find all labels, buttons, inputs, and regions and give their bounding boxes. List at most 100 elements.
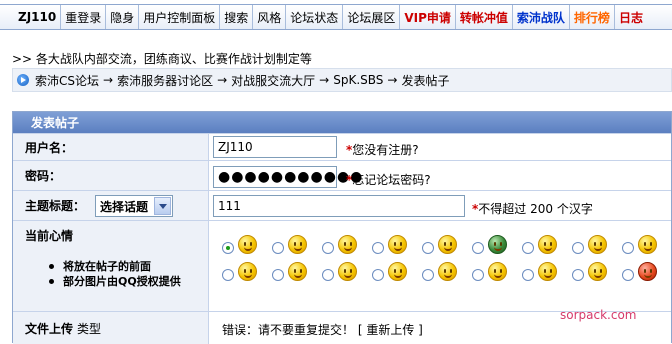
mood-radio[interactable] bbox=[322, 269, 334, 281]
password-label: 密码： bbox=[13, 161, 209, 190]
mood-label: 当前心情 bbox=[25, 229, 74, 243]
mood-radio[interactable] bbox=[622, 242, 634, 254]
mood-option[interactable] bbox=[472, 235, 512, 259]
nav-invisible[interactable]: 隐身 bbox=[106, 5, 140, 29]
mood-option[interactable] bbox=[572, 262, 612, 286]
love-face-icon bbox=[388, 235, 407, 254]
nav-vip-apply[interactable]: VIP申请 bbox=[400, 5, 456, 29]
surprised-face-icon bbox=[538, 235, 557, 254]
mood-radio[interactable] bbox=[522, 242, 534, 254]
password-input[interactable]: ●●●●●●●●●●● bbox=[213, 166, 362, 188]
mood-option[interactable] bbox=[422, 235, 462, 259]
nav-leaderboard[interactable]: 排行榜 bbox=[570, 5, 615, 29]
mood-option[interactable] bbox=[522, 262, 562, 286]
form-header: 发表帖子 bbox=[13, 112, 671, 133]
mood-radio[interactable] bbox=[372, 269, 384, 281]
mood-radio[interactable] bbox=[422, 242, 434, 254]
arrow-bullet-icon bbox=[17, 74, 29, 86]
nav-search[interactable]: 搜索 bbox=[220, 5, 254, 29]
mood-option[interactable] bbox=[622, 235, 662, 259]
nav-relogin[interactable]: 重登录 bbox=[61, 5, 107, 29]
mood-radio[interactable] bbox=[222, 242, 234, 254]
mood-radio[interactable] bbox=[422, 269, 434, 281]
breadcrumb-separator: → bbox=[387, 73, 398, 87]
mood-tip: 将放在帖子的前面 bbox=[49, 259, 181, 274]
mood-radio[interactable] bbox=[622, 269, 634, 281]
mood-radio[interactable] bbox=[322, 242, 334, 254]
army-face-icon bbox=[488, 235, 507, 254]
nav-forum-status[interactable]: 论坛状态 bbox=[286, 5, 344, 29]
topic-select-value: 选择话题 bbox=[100, 199, 149, 214]
mood-option[interactable] bbox=[322, 235, 362, 259]
mood-row: 当前心情 将放在帖子的前面 部分图片由QQ授权提供 bbox=[13, 220, 671, 311]
top-navigation: ZJ110 重登录 隐身 用户控制面板 搜索 风格 论坛状态 论坛展区 VIP申… bbox=[0, 4, 672, 30]
topic-select[interactable]: 选择话题 bbox=[95, 195, 173, 217]
mood-option[interactable] bbox=[372, 262, 412, 286]
nav-log[interactable]: 日志 bbox=[615, 5, 647, 29]
mood-radio[interactable] bbox=[522, 269, 534, 281]
mood-option[interactable] bbox=[422, 262, 462, 286]
mood-option[interactable] bbox=[522, 235, 562, 259]
username-input[interactable]: ZJ110 bbox=[213, 136, 337, 158]
forum-notice: >> 各大战队内部交流，团练商议、比赛作战计划制定等 bbox=[12, 52, 312, 66]
mood-option[interactable] bbox=[622, 262, 662, 286]
mood-radio[interactable] bbox=[272, 242, 284, 254]
mood-radio[interactable] bbox=[372, 242, 384, 254]
nav-forum-showcase[interactable]: 论坛展区 bbox=[343, 5, 401, 29]
mood-radio[interactable] bbox=[272, 269, 284, 281]
shy-face-icon bbox=[288, 235, 307, 254]
password-row: 密码： ●●●●●●●●●●● * 忘记论坛密码? bbox=[13, 160, 671, 190]
upload-message: 错误：请不要重复提交！ [ 重新上传 ] bbox=[222, 321, 423, 338]
upload-type-label: 类型 bbox=[77, 321, 102, 336]
reupload-link[interactable]: [ 重新上传 ] bbox=[358, 323, 423, 337]
breadcrumb-forum[interactable]: 索沛CS论坛 bbox=[35, 72, 99, 89]
breadcrumb-lobby[interactable]: 对战服交流大厅 bbox=[231, 72, 315, 89]
breadcrumb-server-board[interactable]: 索沛服务器讨论区 bbox=[117, 72, 213, 89]
subject-label-text: 主题标题： bbox=[25, 199, 86, 213]
nav-username[interactable]: ZJ110 bbox=[0, 5, 62, 29]
mood-option[interactable] bbox=[372, 235, 412, 259]
nav-transfer-recharge[interactable]: 转帐冲值 bbox=[456, 5, 513, 29]
forgot-password-link[interactable]: 忘记论坛密码? bbox=[352, 171, 430, 188]
grin-face-icon bbox=[338, 235, 357, 254]
mood-radio[interactable] bbox=[572, 242, 584, 254]
nav-control-panel[interactable]: 用户控制面板 bbox=[139, 5, 221, 29]
subject-row: 主题标题： 选择话题 111 * 不得超过 200 个汉字 bbox=[13, 190, 671, 220]
nav-style[interactable]: 风格 bbox=[253, 5, 287, 29]
breadcrumb-subforum[interactable]: SpK.SBS bbox=[333, 73, 383, 87]
nav-team[interactable]: 索沛战队 bbox=[513, 5, 570, 29]
mood-option[interactable] bbox=[272, 262, 312, 286]
mood-option[interactable] bbox=[472, 262, 512, 286]
mood-tips: 将放在帖子的前面 部分图片由QQ授权提供 bbox=[49, 259, 181, 289]
mood-radio[interactable] bbox=[572, 269, 584, 281]
cry-face-icon bbox=[338, 262, 357, 281]
mood-radio[interactable] bbox=[472, 242, 484, 254]
subject-input[interactable]: 111 bbox=[213, 195, 465, 217]
upload-label-cell: 文件上传 类型 bbox=[13, 312, 209, 344]
mood-radio[interactable] bbox=[222, 269, 234, 281]
username-label: 用户名： bbox=[13, 134, 209, 160]
mood-tip: 部分图片由QQ授权提供 bbox=[49, 274, 181, 289]
mood-option[interactable] bbox=[222, 235, 262, 259]
mood-radio[interactable] bbox=[472, 269, 484, 281]
wink-face-icon bbox=[638, 235, 657, 254]
mood-option[interactable] bbox=[572, 235, 612, 259]
angry-face-icon bbox=[638, 262, 657, 281]
sweat-face-icon bbox=[588, 235, 607, 254]
mood-option[interactable] bbox=[272, 235, 312, 259]
upload-label: 文件上传 bbox=[25, 321, 74, 336]
mood-option[interactable] bbox=[222, 262, 262, 286]
breadcrumb-separator: → bbox=[217, 73, 228, 87]
breadcrumb: 索沛CS论坛 → 索沛服务器讨论区 → 对战服交流大厅 → SpK.SBS → … bbox=[12, 68, 672, 92]
chevron-down-icon[interactable] bbox=[154, 197, 171, 215]
sad-face-icon bbox=[538, 262, 557, 281]
subject-limit-hint: 不得超过 200 个汉字 bbox=[478, 202, 593, 216]
mood-option[interactable] bbox=[322, 262, 362, 286]
cool-face-icon bbox=[488, 262, 507, 281]
register-link[interactable]: 您没有注册? bbox=[352, 141, 418, 158]
mood-label-cell: 当前心情 将放在帖子的前面 部分图片由QQ授权提供 bbox=[13, 221, 209, 311]
smile-face-icon bbox=[238, 235, 257, 254]
breadcrumb-current: 发表帖子 bbox=[401, 73, 450, 88]
confused-face-icon bbox=[238, 262, 257, 281]
worried-face-icon bbox=[288, 262, 307, 281]
